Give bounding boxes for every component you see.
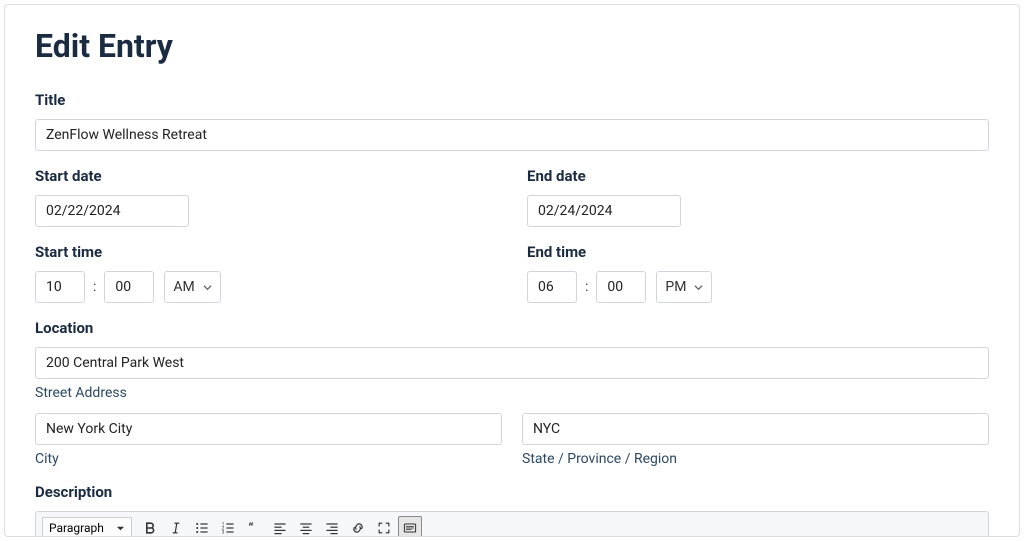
- start-time-hour[interactable]: [35, 271, 85, 303]
- start-time-row: : AM: [35, 271, 497, 303]
- end-time-row: : PM: [527, 271, 989, 303]
- align-right-button[interactable]: [320, 516, 344, 537]
- link-button[interactable]: [346, 516, 370, 537]
- end-date-input[interactable]: [527, 195, 681, 227]
- location-label: Location: [35, 319, 989, 337]
- end-time-period-value: PM: [665, 279, 686, 295]
- title-label: Title: [35, 91, 989, 109]
- end-time-label: End time: [527, 243, 989, 261]
- title-input[interactable]: [35, 119, 989, 151]
- end-time-period-select[interactable]: PM: [656, 271, 712, 303]
- italic-button[interactable]: [164, 516, 188, 537]
- state-sublabel: State / Province / Region: [522, 451, 989, 467]
- blockquote-button[interactable]: “: [242, 516, 266, 537]
- start-date-group: Start date: [35, 167, 497, 227]
- start-time-period-select[interactable]: AM: [164, 271, 220, 303]
- start-date-input[interactable]: [35, 195, 189, 227]
- city-group: City: [35, 413, 502, 467]
- title-field-group: Title: [35, 91, 989, 151]
- city-input[interactable]: [35, 413, 502, 445]
- caret-down-icon: [116, 524, 125, 533]
- svg-text:3: 3: [221, 530, 224, 536]
- align-center-button[interactable]: [294, 516, 318, 537]
- block-format-value: Paragraph: [49, 521, 104, 535]
- state-group: State / Province / Region: [522, 413, 989, 467]
- editor-toolbar: Paragraph 123 “: [35, 511, 989, 537]
- block-format-select[interactable]: Paragraph: [42, 517, 132, 537]
- street-address-input[interactable]: [35, 347, 989, 379]
- start-time-period-value: AM: [173, 279, 194, 295]
- start-time-group: Start time : AM: [35, 243, 497, 303]
- city-sublabel: City: [35, 451, 502, 467]
- end-time-hour[interactable]: [527, 271, 577, 303]
- end-date-group: End date: [527, 167, 989, 227]
- fullscreen-button[interactable]: [372, 516, 396, 537]
- end-date-label: End date: [527, 167, 989, 185]
- page-title: Edit Entry: [35, 27, 989, 65]
- state-input[interactable]: [522, 413, 989, 445]
- description-group: Description Paragraph 123 “: [35, 483, 989, 537]
- toolbar-toggle-button[interactable]: [398, 516, 422, 537]
- bold-button[interactable]: [138, 516, 162, 537]
- numbered-list-button[interactable]: 123: [216, 516, 240, 537]
- street-address-sublabel: Street Address: [35, 385, 989, 401]
- end-time-minute[interactable]: [596, 271, 646, 303]
- svg-text:“: “: [248, 521, 253, 536]
- location-group: Location Street Address City State / Pro…: [35, 319, 989, 467]
- align-left-button[interactable]: [268, 516, 292, 537]
- start-date-label: Start date: [35, 167, 497, 185]
- edit-entry-form: Edit Entry Title Start date End date Sta…: [4, 4, 1020, 537]
- chevron-down-icon: [203, 283, 212, 292]
- start-time-minute[interactable]: [104, 271, 154, 303]
- bullet-list-button[interactable]: [190, 516, 214, 537]
- start-time-label: Start time: [35, 243, 497, 261]
- end-time-group: End time : PM: [527, 243, 989, 303]
- chevron-down-icon: [694, 283, 703, 292]
- description-label: Description: [35, 483, 989, 501]
- time-separator: :: [585, 279, 588, 295]
- time-separator: :: [93, 279, 96, 295]
